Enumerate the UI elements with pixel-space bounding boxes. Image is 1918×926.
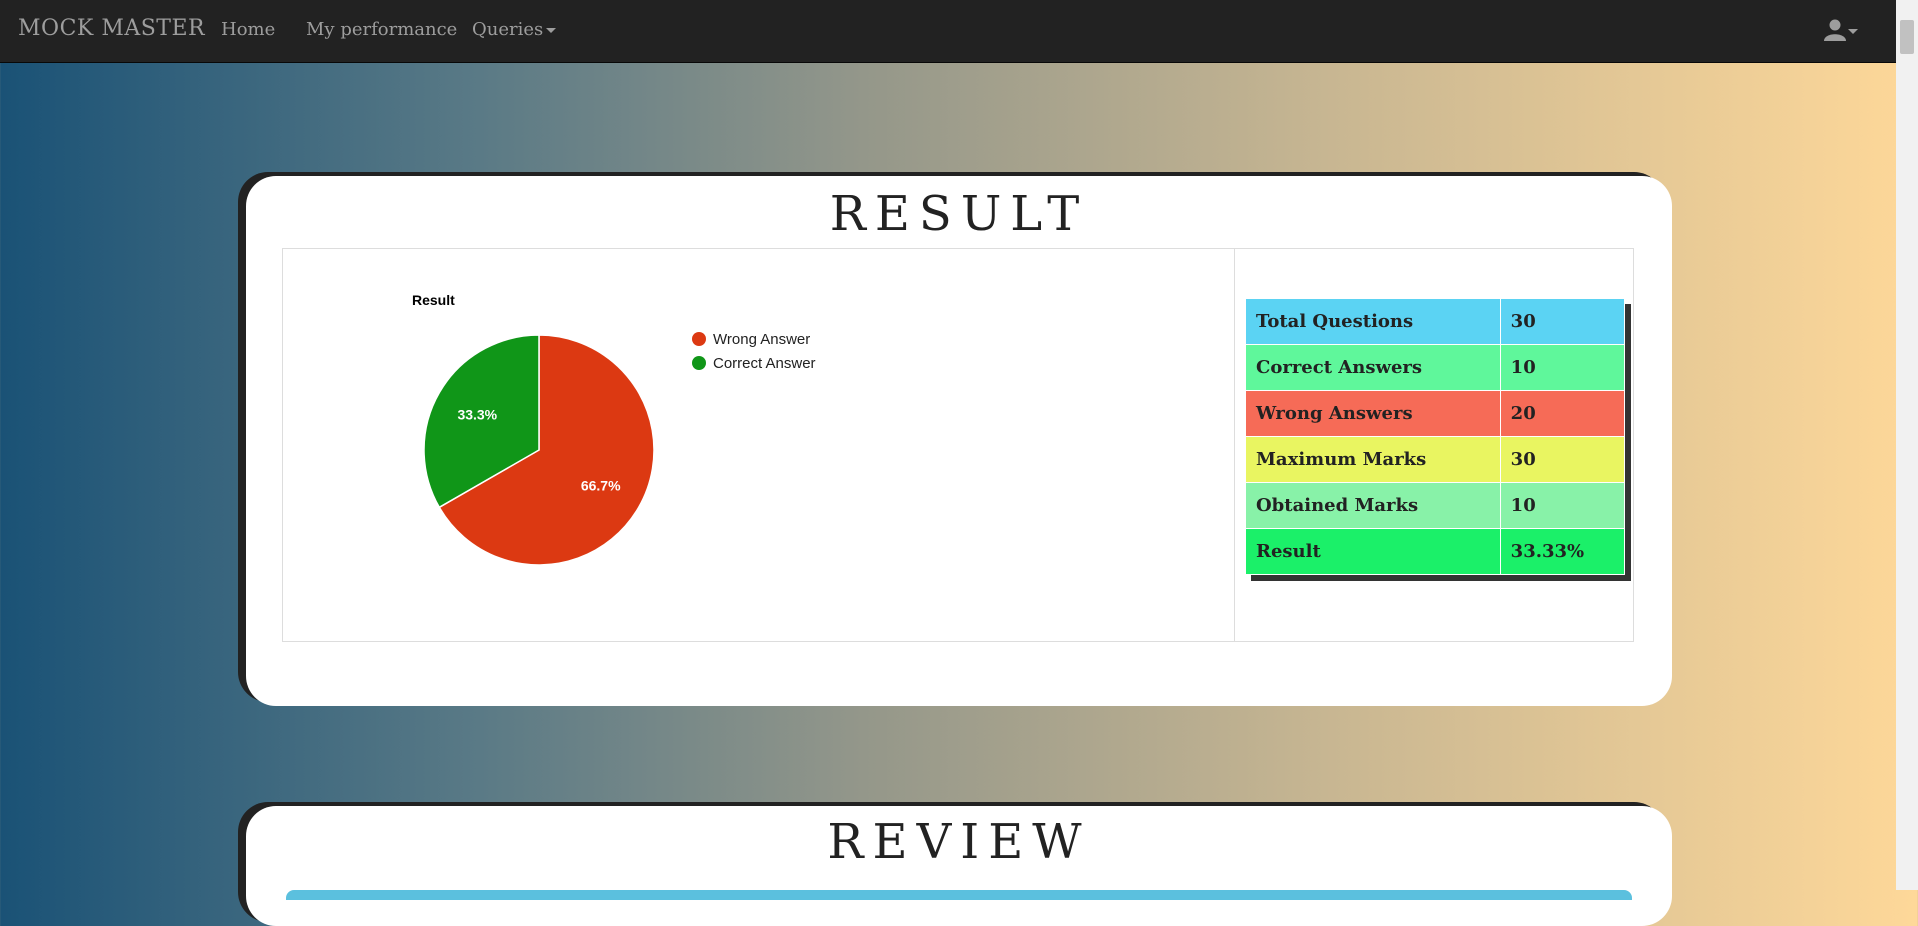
review-title: REVIEW [827, 814, 1091, 870]
legend-marker [692, 332, 706, 346]
user-menu[interactable] [1823, 17, 1858, 45]
caret-down-icon [546, 27, 557, 33]
user-caret-icon [1848, 29, 1858, 34]
stats-row: Result 33.33% [1245, 528, 1626, 575]
nav-queries-dropdown[interactable]: Queries [472, 19, 557, 40]
scrollbar[interactable] [1896, 0, 1918, 890]
stats-label: Correct Answers [1245, 344, 1501, 391]
stats-label: Total Questions [1245, 298, 1501, 345]
stats-label: Result [1245, 528, 1501, 575]
stats-value: 20 [1499, 390, 1626, 437]
nav-performance-link[interactable]: My performance [306, 19, 457, 40]
stats-label: Wrong Answers [1245, 390, 1501, 437]
review-card: REVIEW [246, 806, 1672, 926]
stats-value: 10 [1499, 344, 1626, 391]
stats-row: Wrong Answers 20 [1245, 390, 1626, 437]
stats-label: Obtained Marks [1245, 482, 1501, 529]
stats-value: 33.33% [1499, 528, 1626, 575]
stats-value: 30 [1499, 298, 1626, 345]
stats-label: Maximum Marks [1245, 436, 1501, 483]
nav-queries-label: Queries [472, 19, 544, 40]
chart-title: Result [412, 292, 455, 308]
stats-value: 30 [1499, 436, 1626, 483]
user-icon [1824, 19, 1846, 41]
stats-row: Maximum Marks 30 [1245, 436, 1626, 483]
result-pie-chart: Result 66.7% 33.3% Wrong Answer Correct Answ… [412, 292, 816, 566]
navbar: MOCK MASTER Home My performance Queries [0, 0, 1896, 63]
review-panel-header [286, 890, 1632, 900]
stats-value: 10 [1499, 482, 1626, 529]
result-title: RESULT [829, 186, 1089, 242]
legend-label: Correct Answer [713, 355, 816, 372]
stats-row: Obtained Marks 10 [1245, 482, 1626, 529]
nav-home-link[interactable]: Home [221, 19, 275, 40]
scrollbar-thumb[interactable] [1900, 20, 1914, 54]
panel-divider [1234, 249, 1235, 641]
stats-row: Correct Answers 10 [1245, 344, 1626, 391]
pie-slice-label: 66.7% [581, 478, 621, 494]
stats-row: Total Questions 30 [1245, 298, 1626, 345]
pie-slice-label: 33.3% [457, 406, 497, 422]
result-stats-table: Total Questions 30 Correct Answers 10 Wrong … [1245, 298, 1626, 575]
brand-logo[interactable]: MOCK MASTER [18, 16, 205, 41]
legend-label: Wrong Answer [713, 331, 810, 348]
legend-marker [692, 356, 706, 370]
